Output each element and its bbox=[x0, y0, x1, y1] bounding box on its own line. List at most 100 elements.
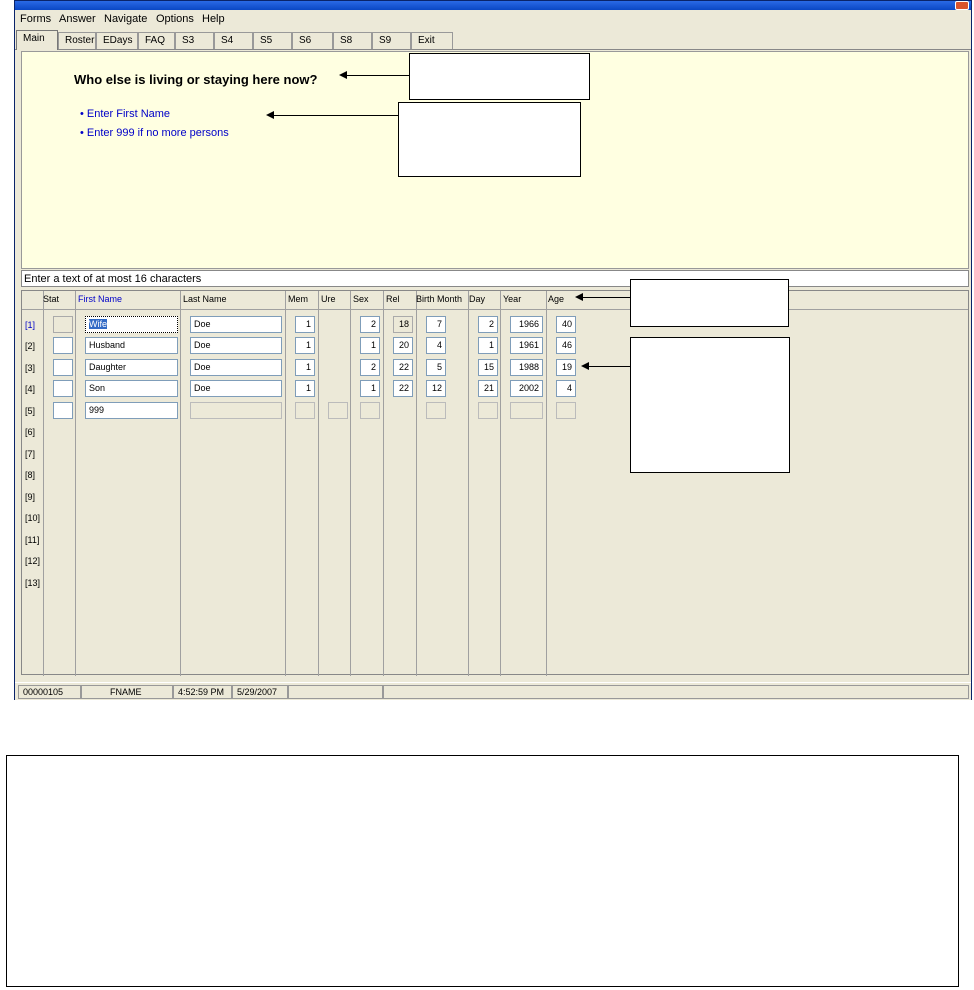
age-input[interactable]: 46 bbox=[556, 337, 576, 354]
age-input[interactable]: 19 bbox=[556, 359, 576, 376]
first-name-input[interactable]: Son bbox=[85, 380, 178, 397]
rel-input[interactable]: 22 bbox=[393, 359, 413, 376]
tab-main[interactable]: Main bbox=[16, 30, 58, 50]
menu-help[interactable]: Help bbox=[202, 13, 225, 25]
year-input[interactable]: 2002 bbox=[510, 380, 543, 397]
mem-input[interactable]: 1 bbox=[295, 316, 315, 333]
tab-s6[interactable]: S6 bbox=[292, 32, 333, 49]
tab-s3[interactable]: S3 bbox=[175, 32, 214, 49]
day-input[interactable]: 21 bbox=[478, 380, 498, 397]
mem-input[interactable]: 1 bbox=[295, 380, 315, 397]
birth-month-input[interactable]: 4 bbox=[426, 337, 446, 354]
sex-input[interactable]: 1 bbox=[360, 380, 380, 397]
day-input[interactable]: 2 bbox=[478, 316, 498, 333]
menu-options[interactable]: Options bbox=[156, 13, 194, 25]
status-empty bbox=[288, 685, 383, 699]
annotation-arrow bbox=[347, 75, 409, 76]
arrowhead-icon bbox=[266, 111, 274, 119]
birth-month-input[interactable]: 12 bbox=[426, 380, 446, 397]
tab-bar: Main Roster EDays FAQ S3 S4 S5 S6 S8 S9 … bbox=[15, 30, 971, 50]
header-divider bbox=[22, 309, 968, 310]
annotation-box bbox=[630, 279, 789, 327]
last-name-input[interactable]: Doe bbox=[190, 359, 282, 376]
column-divider bbox=[546, 291, 547, 676]
tab-edays[interactable]: EDays bbox=[96, 32, 138, 49]
age-input[interactable]: 4 bbox=[556, 380, 576, 397]
menu-answer[interactable]: Answer bbox=[59, 13, 96, 25]
mem-input[interactable]: 1 bbox=[295, 359, 315, 376]
row-label: [9] bbox=[25, 492, 36, 502]
last-name-input[interactable]: Doe bbox=[190, 337, 282, 354]
close-icon[interactable] bbox=[955, 1, 969, 10]
column-divider bbox=[416, 291, 417, 676]
stat-cell[interactable] bbox=[53, 380, 73, 397]
tab-exit[interactable]: Exit bbox=[411, 32, 453, 49]
mem-input[interactable]: 1 bbox=[295, 337, 315, 354]
column-divider bbox=[43, 291, 44, 676]
stat-cell[interactable] bbox=[53, 359, 73, 376]
last-name-input[interactable]: Doe bbox=[190, 316, 282, 333]
sex-input[interactable]: 2 bbox=[360, 316, 380, 333]
header-first-name: First Name bbox=[78, 294, 123, 304]
year-input[interactable]: 1966 bbox=[510, 316, 543, 333]
rel-input[interactable]: 22 bbox=[393, 380, 413, 397]
birth-month-input[interactable]: 7 bbox=[426, 316, 446, 333]
birth-month-input[interactable]: 5 bbox=[426, 359, 446, 376]
row-label: [7] bbox=[25, 449, 36, 459]
instruction-bullet: • Enter First Name bbox=[80, 108, 171, 120]
arrowhead-icon bbox=[575, 293, 583, 301]
annotation-arrow bbox=[589, 366, 630, 367]
tab-s8[interactable]: S8 bbox=[333, 32, 372, 49]
year-input[interactable]: 1961 bbox=[510, 337, 543, 354]
menu-forms[interactable]: Forms bbox=[20, 13, 51, 25]
annotation-arrow bbox=[583, 297, 630, 298]
birth-month-input bbox=[426, 402, 446, 419]
field-hint: Enter a text of at most 16 characters bbox=[21, 270, 969, 287]
tab-s5[interactable]: S5 bbox=[253, 32, 292, 49]
first-name-input[interactable]: Wife bbox=[85, 316, 178, 333]
tab-faq[interactable]: FAQ bbox=[138, 32, 175, 49]
row-label: [1] bbox=[25, 320, 36, 330]
tab-roster[interactable]: Roster bbox=[58, 32, 96, 49]
row-label: [5] bbox=[25, 406, 36, 416]
annotation-box bbox=[409, 53, 590, 100]
row-label: [12] bbox=[25, 556, 41, 566]
sex-input[interactable]: 1 bbox=[360, 337, 380, 354]
row-label: [10] bbox=[25, 513, 41, 523]
row-label: [6] bbox=[25, 427, 36, 437]
column-divider bbox=[180, 291, 181, 676]
column-divider bbox=[468, 291, 469, 676]
last-name-input[interactable]: Doe bbox=[190, 380, 282, 397]
first-name-input[interactable]: Daughter bbox=[85, 359, 178, 376]
column-divider bbox=[318, 291, 319, 676]
menu-navigate[interactable]: Navigate bbox=[104, 13, 147, 25]
first-name-input[interactable]: Husband bbox=[85, 337, 178, 354]
status-empty bbox=[383, 685, 969, 699]
stat-cell[interactable] bbox=[53, 337, 73, 354]
age-input[interactable]: 40 bbox=[556, 316, 576, 333]
status-field-name: FNAME bbox=[81, 685, 173, 699]
stat-cell[interactable] bbox=[53, 402, 73, 419]
day-input[interactable]: 1 bbox=[478, 337, 498, 354]
age-input bbox=[556, 402, 576, 419]
title-bar bbox=[15, 1, 971, 10]
last-name-input bbox=[190, 402, 282, 419]
year-input[interactable]: 1988 bbox=[510, 359, 543, 376]
first-name-input[interactable]: 999 bbox=[85, 402, 178, 419]
day-input[interactable]: 15 bbox=[478, 359, 498, 376]
row-label: [3] bbox=[25, 363, 36, 373]
instruction-bullet: • Enter 999 if no more persons bbox=[80, 127, 229, 139]
rel-input[interactable]: 20 bbox=[393, 337, 413, 354]
arrowhead-icon bbox=[581, 362, 589, 370]
annotation-box bbox=[630, 337, 790, 473]
column-divider bbox=[285, 291, 286, 676]
tab-s9[interactable]: S9 bbox=[372, 32, 411, 49]
sex-input[interactable]: 2 bbox=[360, 359, 380, 376]
header-birth-month: Birth Month bbox=[416, 294, 463, 304]
annotation-box bbox=[398, 102, 581, 177]
status-time: 4:52:59 PM bbox=[173, 685, 232, 699]
row-label: [13] bbox=[25, 578, 41, 588]
status-case-id: 00000105 bbox=[18, 685, 81, 699]
arrowhead-icon bbox=[339, 71, 347, 79]
tab-s4[interactable]: S4 bbox=[214, 32, 253, 49]
